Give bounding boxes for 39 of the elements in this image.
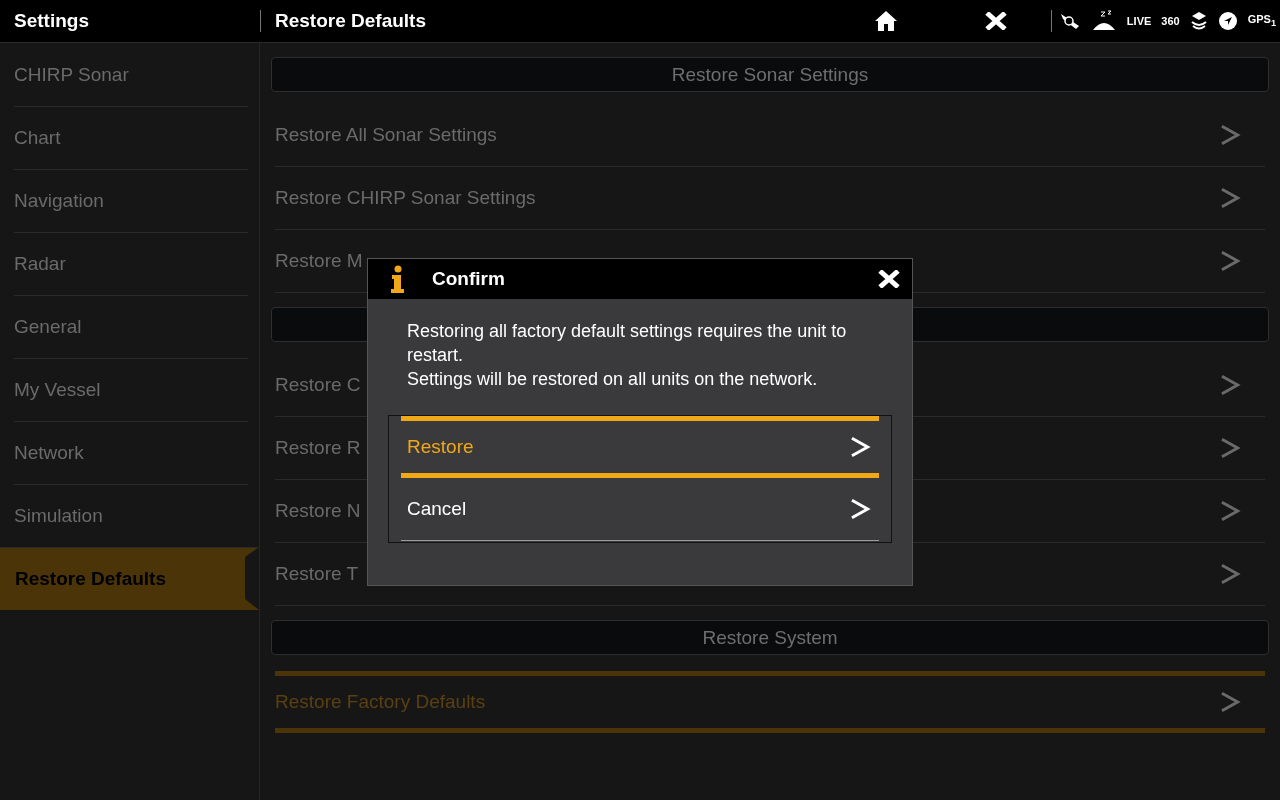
chevron-icon: [1219, 186, 1241, 210]
menu-row[interactable]: Restore CHIRP Sonar Settings: [275, 167, 1265, 230]
sidebar-item[interactable]: Network: [14, 421, 248, 484]
chevron-icon: [849, 435, 871, 459]
sidebar-item[interactable]: Navigation: [14, 169, 248, 232]
page-title: Restore Defaults: [274, 10, 427, 32]
dialog-option[interactable]: Cancel: [401, 478, 879, 541]
gps-indicator: GPS$_{1}$: [1247, 13, 1276, 29]
sidebar-item[interactable]: My Vessel: [14, 358, 248, 421]
sonar-layers-icon: [1189, 10, 1208, 32]
live-indicator: LIVE: [1126, 15, 1152, 27]
close-icon[interactable]: [985, 12, 1007, 30]
sidebar-item[interactable]: Radar: [14, 232, 248, 295]
chevron-icon: [1219, 249, 1241, 273]
chevron-icon: [849, 497, 871, 521]
sidebar-item[interactable]: General: [14, 295, 248, 358]
chevron-icon: [1219, 436, 1241, 460]
section-header: Restore System: [271, 620, 1269, 655]
sleep-icon: [1090, 10, 1117, 32]
section-header: Restore Sonar Settings: [271, 57, 1269, 92]
menu-row[interactable]: Restore Factory Defaults: [275, 671, 1265, 733]
chevron-icon: [1219, 690, 1241, 714]
sidebar-item[interactable]: Chart: [14, 106, 248, 169]
chevron-icon: [1219, 499, 1241, 523]
close-icon[interactable]: [878, 270, 900, 288]
chevron-icon: [1219, 562, 1241, 586]
degrees-indicator: 360: [1161, 15, 1180, 27]
info-icon: [388, 265, 406, 293]
dialog-message: Restoring all factory default settings requires the unit to restart. Settings will be restored on all units on the network.: [406, 320, 848, 391]
home-icon[interactable]: [874, 10, 898, 32]
app-title: Settings: [13, 10, 90, 32]
dialog-title: Confirm: [432, 268, 505, 290]
sidebar-item[interactable]: CHIRP Sonar: [14, 43, 248, 106]
menu-row[interactable]: Restore All Sonar Settings: [275, 104, 1265, 167]
chevron-icon: [1219, 373, 1241, 397]
chevron-icon: [1219, 123, 1241, 147]
sidebar-item[interactable]: Restore Defaults: [0, 547, 259, 610]
transducer-icon: [1058, 11, 1081, 31]
dialog-option[interactable]: Restore: [401, 416, 879, 478]
